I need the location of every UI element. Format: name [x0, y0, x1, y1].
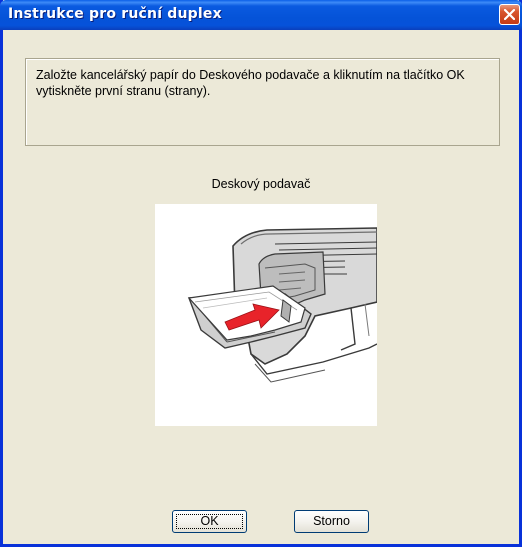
cancel-button[interactable]: Storno [294, 510, 369, 533]
instructions-panel: Založte kancelářský papír do Deskového p… [25, 58, 500, 146]
close-button[interactable] [499, 4, 520, 25]
printer-feed-icon [187, 227, 378, 383]
ok-button[interactable]: OK [172, 510, 247, 533]
focus-indicator [176, 514, 243, 529]
dialog-window: Instrukce pro ruční duplex Založte kance… [0, 0, 522, 547]
instructions-text: Založte kancelářský papír do Deskového p… [36, 68, 465, 98]
illustration-label: Deskový podavač [211, 177, 311, 191]
window-title: Instrukce pro ruční duplex [8, 6, 222, 22]
close-icon [504, 9, 515, 20]
printer-illustration [155, 204, 378, 426]
title-bar[interactable]: Instrukce pro ruční duplex [0, 0, 522, 30]
cancel-button-label: Storno [313, 514, 350, 528]
